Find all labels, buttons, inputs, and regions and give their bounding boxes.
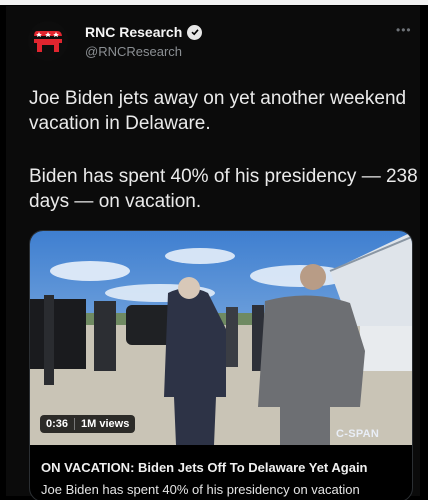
tweet-text-paragraph: Joe Biden jets away on yet another weeke… bbox=[29, 88, 407, 134]
video-stats-badge: 0:36 1M views bbox=[40, 415, 136, 433]
link-card[interactable]: 0:36 1M views C-SPAN ON VACATION: Biden … bbox=[29, 230, 413, 500]
tweet-text-paragraph: Biden has spent 40% of his presidency — … bbox=[29, 166, 418, 212]
tweet[interactable]: RNC Research @RNCResearch ••• Joe Biden … bbox=[6, 6, 420, 500]
divider bbox=[74, 418, 76, 430]
video-views: 1M views bbox=[81, 418, 130, 430]
author-handle[interactable]: @RNCResearch bbox=[85, 44, 182, 59]
screenshot-frame: RNC Research @RNCResearch ••• Joe Biden … bbox=[0, 0, 428, 500]
verified-badge-icon bbox=[187, 24, 203, 40]
network-watermark: C-SPAN bbox=[336, 428, 380, 440]
card-title[interactable]: ON VACATION: Biden Jets Off To Delaware … bbox=[41, 460, 368, 475]
video-duration: 0:36 bbox=[46, 418, 69, 430]
more-options-icon[interactable]: ••• bbox=[396, 23, 412, 37]
author-name[interactable]: RNC Research bbox=[85, 24, 182, 40]
video-thumbnail[interactable] bbox=[30, 231, 412, 445]
top-strip bbox=[0, 0, 428, 5]
author-row[interactable]: RNC Research bbox=[85, 24, 203, 40]
gop-elephant-icon[interactable] bbox=[28, 21, 68, 61]
card-description[interactable]: Joe Biden has spent 40% of his presidenc… bbox=[41, 482, 360, 497]
